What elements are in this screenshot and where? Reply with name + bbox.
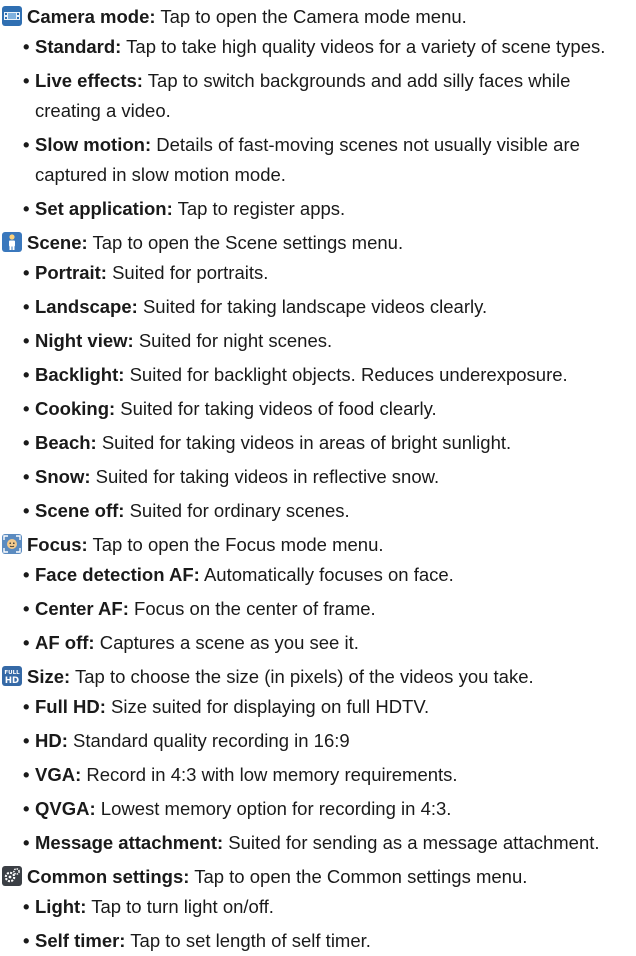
list-item: • AF off: Captures a scene as you see it. (23, 632, 359, 653)
item-description: Tap to take high quality videos for a va… (126, 36, 606, 57)
item-description: Record in 4:3 with low memory requiremen… (86, 764, 458, 785)
item-term: Message attachment: (35, 832, 224, 853)
section-description: Tap to choose the size (in pixels) of th… (75, 666, 534, 687)
list-item: • Beach: Suited for taking videos in area… (23, 432, 512, 453)
item-term: Scene off: (35, 500, 125, 521)
item-term: Set application: (35, 198, 173, 219)
list-item: • QVGA: Lowest memory option for recordin… (23, 798, 452, 819)
item-term: Cooking: (35, 398, 116, 419)
focus-options: • Face detection AF: Automatically focuse… (0, 560, 636, 658)
item-term: Landscape: (35, 296, 138, 317)
item-term: VGA: (35, 764, 82, 785)
item-term: Full HD: (35, 696, 106, 717)
item-description: Suited for taking videos in areas of bri… (101, 432, 512, 453)
item-description: Focus on the center of frame. (134, 598, 376, 619)
item-description: Suited for taking videos of food clearly… (120, 398, 437, 419)
focus-face-icon (2, 534, 22, 554)
section-description: Tap to open the Focus mode menu. (92, 534, 384, 555)
list-item: • Center AF: Focus on the center of frame… (23, 598, 376, 619)
section-description: Tap to open the Common settings menu. (194, 866, 528, 887)
item-description: Size suited for displaying on full HDTV. (111, 696, 430, 717)
list-item: • VGA: Record in 4:3 with low memory requ… (23, 764, 458, 785)
item-term: Face detection AF: (35, 564, 200, 585)
item-description: Suited for night scenes. (138, 330, 333, 351)
section-title: Scene: (27, 232, 88, 253)
list-item: • Message attachment: Suited for sending … (23, 832, 600, 853)
item-term: Live effects: (35, 70, 143, 91)
list-item: • Set application: Tap to register apps. (23, 198, 346, 219)
list-item: • Full HD: Size suited for displaying on … (23, 696, 430, 717)
item-term: HD: (35, 730, 68, 751)
item-description: Suited for backlight objects. Reduces un… (129, 364, 568, 385)
common-settings-icon (2, 866, 22, 886)
list-item: • HD: Standard quality recording in 16:9 (23, 730, 350, 751)
item-term: Snow: (35, 466, 91, 487)
item-description: Suited for ordinary scenes. (129, 500, 350, 521)
section-title: Common settings: (27, 866, 190, 887)
camera-mode-options: • Standard: Tap to take high quality vide… (0, 32, 636, 224)
item-term: Self timer: (35, 930, 126, 951)
full-hd-size-icon: FULL HD (2, 666, 22, 686)
list-item: • Snow: Suited for taking videos in refle… (23, 466, 440, 487)
item-description: Lowest memory option for recording in 4:… (100, 798, 452, 819)
section-description: Tap to open the Scene settings menu. (92, 232, 404, 253)
section-title: Size: (27, 666, 71, 687)
item-description: Suited for portraits. (112, 262, 269, 283)
focus-heading: Focus: Tap to open the Focus mode menu. (0, 530, 636, 560)
common-settings-heading: Common settings: Tap to open the Common … (0, 862, 636, 892)
size-heading: FULL HD Size: Tap to choose the size (in… (0, 662, 636, 692)
item-description: Standard quality recording in 16:9 (73, 730, 350, 751)
list-item: • Cooking: Suited for taking videos of fo… (23, 398, 437, 419)
focus-section: Focus: Tap to open the Focus mode menu. … (0, 530, 636, 658)
list-item: • Night view: Suited for night scenes. (23, 330, 333, 351)
list-item: • Landscape: Suited for taking landscape … (23, 296, 488, 317)
item-description: Suited for sending as a message attachme… (228, 832, 600, 853)
common-settings-options: • Light: Tap to turn light on/off. • Self … (0, 892, 636, 956)
item-term: AF off: (35, 632, 95, 653)
item-term: Beach: (35, 432, 97, 453)
size-options: • Full HD: Size suited for displaying on … (0, 692, 636, 858)
item-term: Backlight: (35, 364, 125, 385)
item-term: Night view: (35, 330, 134, 351)
camera-mode-section: Camera mode: Tap to open the Camera mode… (0, 2, 636, 224)
size-section: FULL HD Size: Tap to choose the size (in… (0, 662, 636, 858)
svg-text:HD: HD (5, 676, 19, 686)
section-title: Camera mode: (27, 6, 156, 27)
item-description: Automatically focuses on face. (203, 564, 454, 585)
item-term: Light: (35, 896, 87, 917)
scene-person-icon (2, 232, 22, 252)
section-title: Focus: (27, 534, 88, 555)
list-item: • Live effects: Tap to switch backgrounds… (23, 70, 571, 121)
camera-mode-icon (2, 6, 22, 26)
scene-options: • Portrait: Suited for portraits. • Landsc… (0, 258, 636, 526)
item-description: Captures a scene as you see it. (99, 632, 359, 653)
item-term: QVGA: (35, 798, 96, 819)
settings-help-page: Camera mode: Tap to open the Camera mode… (0, 0, 636, 951)
item-term: Portrait: (35, 262, 107, 283)
list-item: • Scene off: Suited for ordinary scenes. (23, 500, 350, 521)
section-description: Tap to open the Camera mode menu. (160, 6, 467, 27)
list-item: • Portrait: Suited for portraits. (23, 262, 269, 283)
list-item: • Standard: Tap to take high quality vide… (23, 36, 606, 57)
list-item: • Backlight: Suited for backlight objects… (23, 364, 568, 385)
common-settings-section: Common settings: Tap to open the Common … (0, 862, 636, 956)
item-description: Tap to set length of self timer. (130, 930, 371, 951)
list-item: • Slow motion: Details of fast-moving sce… (23, 134, 580, 185)
list-item: • Light: Tap to turn light on/off. (23, 896, 274, 917)
list-item: • Self timer: Tap to set length of self t… (23, 930, 371, 951)
item-term: Slow motion: (35, 134, 152, 155)
list-item: • Face detection AF: Automatically focuse… (23, 564, 454, 585)
item-description: Suited for taking videos in reflective s… (95, 466, 440, 487)
scene-heading: Scene: Tap to open the Scene settings me… (0, 228, 636, 258)
item-term: Standard: (35, 36, 122, 57)
item-term: Center AF: (35, 598, 129, 619)
camera-mode-heading: Camera mode: Tap to open the Camera mode… (0, 2, 636, 32)
item-description: Tap to turn light on/off. (91, 896, 274, 917)
scene-section: Scene: Tap to open the Scene settings me… (0, 228, 636, 526)
item-description: Tap to register apps. (177, 198, 346, 219)
item-description: Suited for taking landscape videos clear… (142, 296, 488, 317)
